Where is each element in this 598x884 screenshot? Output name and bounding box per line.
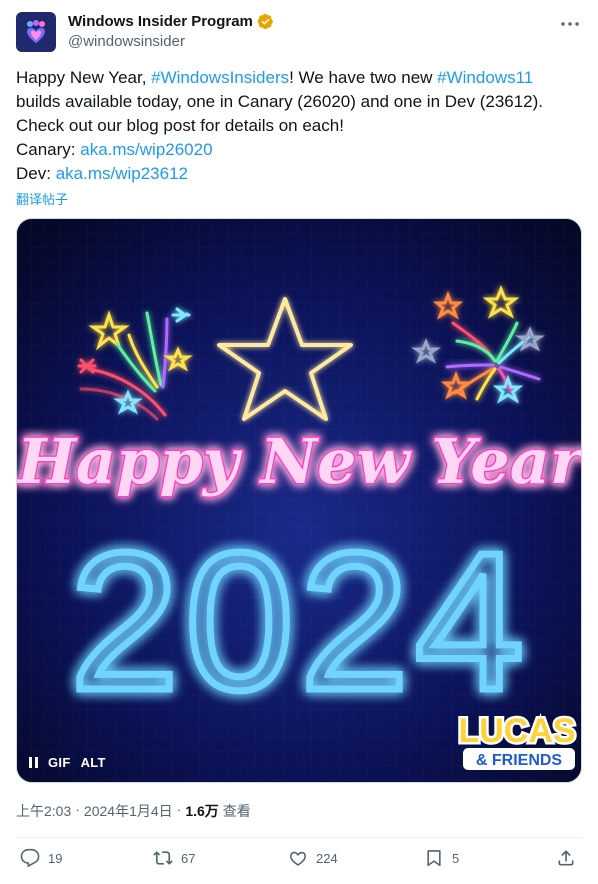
like-count: 224 bbox=[316, 850, 338, 866]
display-name[interactable]: Windows Insider Program bbox=[68, 13, 274, 30]
tweet-text-segment: Happy New Year, bbox=[16, 68, 152, 87]
retweet-icon bbox=[153, 851, 173, 865]
divider bbox=[16, 837, 582, 838]
gif-media[interactable]: Happy New Year 2024 LUCAS & FRIENDS GIF … bbox=[16, 218, 582, 783]
tweet-text: Happy New Year, #WindowsInsiders! We hav… bbox=[16, 66, 582, 186]
meta-separator: · bbox=[75, 801, 80, 817]
lucas-logo-text: LUCAS bbox=[458, 712, 575, 750]
tweet-line-2: builds available today, one in Canary (2… bbox=[16, 92, 544, 111]
happy-new-year-gif-image: Happy New Year 2024 LUCAS & FRIENDS bbox=[17, 219, 582, 782]
bookmark-count: 5 bbox=[452, 850, 460, 866]
reply-button[interactable]: 19 bbox=[20, 848, 62, 868]
retweet-count: 67 bbox=[181, 850, 196, 866]
alt-text-badge[interactable]: ALT bbox=[81, 755, 106, 770]
hashtag-windowsinsiders-link[interactable]: #WindowsInsiders bbox=[151, 68, 289, 87]
gif-controls: GIF ALT bbox=[29, 755, 106, 770]
display-name-text[interactable]: Windows Insider Program bbox=[68, 13, 253, 30]
insider-logo-icon bbox=[27, 20, 45, 43]
canary-label: Canary: bbox=[16, 140, 81, 159]
share-button[interactable] bbox=[556, 848, 576, 868]
gif-year-text: 2024 bbox=[70, 512, 530, 731]
translate-post-link[interactable]: 翻译帖子 bbox=[16, 189, 68, 208]
handle[interactable]: @windowsinsider bbox=[68, 33, 274, 50]
gif-badge[interactable]: GIF bbox=[48, 755, 71, 770]
verified-badge-icon[interactable] bbox=[257, 13, 274, 30]
tweet-line-3: Check out our blog post for details on e… bbox=[16, 116, 344, 135]
reply-count: 19 bbox=[48, 850, 63, 866]
tweet-date[interactable]: 2024年1月4日 bbox=[84, 801, 173, 821]
tweet-header: Windows Insider Program @windowsinsider bbox=[16, 12, 582, 54]
more-options-icon[interactable] bbox=[558, 14, 582, 34]
dev-blog-link[interactable]: aka.ms/wip23612 bbox=[56, 164, 188, 183]
meta-separator: · bbox=[176, 801, 182, 817]
pause-icon[interactable] bbox=[29, 757, 38, 768]
tweet-meta: 上午2:03 · 2024年1月4日 · 1.6万 查看 bbox=[16, 801, 251, 821]
heart-icon bbox=[289, 851, 307, 866]
canary-blog-link[interactable]: aka.ms/wip26020 bbox=[80, 140, 212, 159]
views-label: 查看 bbox=[222, 803, 251, 819]
bookmark-icon bbox=[427, 850, 441, 867]
lucas-friends-logo: LUCAS & FRIENDS bbox=[456, 710, 578, 770]
bookmark-button[interactable]: 5 bbox=[424, 848, 459, 868]
avatar[interactable] bbox=[16, 12, 56, 52]
friends-logo-text: & FRIENDS bbox=[476, 752, 563, 769]
gif-headline-text: Happy New Year bbox=[17, 425, 582, 498]
tweet-line-4: Canary: aka.ms/wip26020 bbox=[16, 138, 582, 162]
share-icon bbox=[558, 850, 574, 866]
tweet-time[interactable]: 上午2:03 bbox=[16, 801, 71, 821]
like-button[interactable]: 224 bbox=[288, 848, 338, 868]
hashtag-windows11-link[interactable]: #Windows11 bbox=[437, 68, 533, 87]
retweet-button[interactable]: 67 bbox=[153, 848, 195, 868]
reply-icon bbox=[20, 848, 40, 868]
action-bar: 19 67 224 5 bbox=[20, 848, 580, 874]
views-count: 1.6万 bbox=[185, 803, 219, 819]
tweet-text-segment: ! We have two new bbox=[289, 68, 438, 87]
tweet-line-1: Happy New Year, #WindowsInsiders! We hav… bbox=[16, 66, 582, 90]
tweet-line-5: Dev: aka.ms/wip23612 bbox=[16, 162, 582, 186]
dev-label: Dev: bbox=[16, 164, 56, 183]
